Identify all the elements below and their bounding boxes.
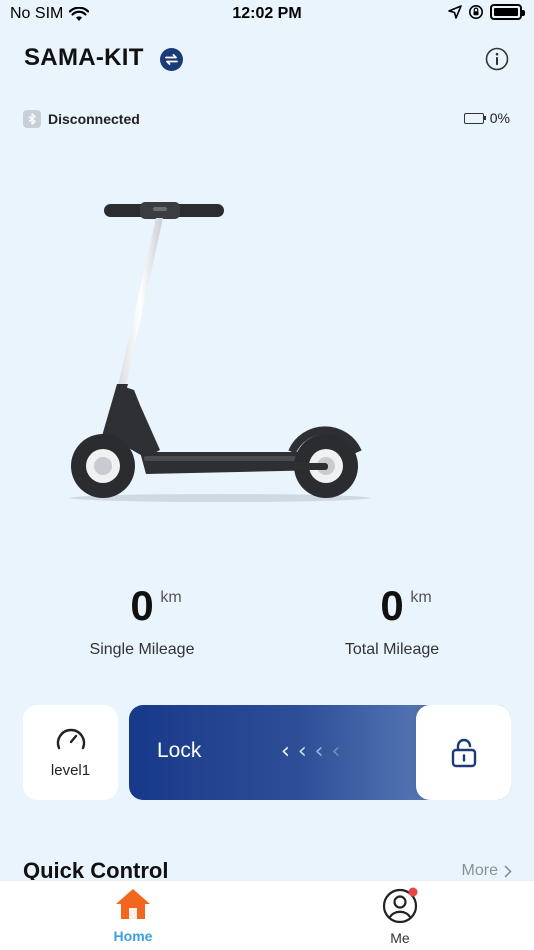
- single-mileage-value: 0: [130, 582, 154, 629]
- chevron-left-icon: ‹: [297, 739, 307, 764]
- speed-level-label: level1: [50, 762, 91, 779]
- connection-status: Disconnected: [23, 110, 140, 128]
- chevron-left-icon: ‹: [314, 739, 324, 764]
- tab-me-label: Me: [390, 930, 410, 946]
- profile-icon: [382, 887, 418, 924]
- lock-slider[interactable]: Lock ‹ ‹ ‹ ‹: [129, 705, 511, 800]
- info-icon: [485, 47, 509, 71]
- unlock-icon: [451, 738, 476, 767]
- unlock-knob[interactable]: [416, 705, 511, 800]
- more-label: More: [461, 862, 498, 879]
- chevron-left-icon: ‹: [331, 739, 341, 764]
- switch-device-button[interactable]: [160, 48, 183, 71]
- chevron-right-icon: [504, 865, 512, 877]
- status-bar: No SIM 12:02 PM: [0, 0, 534, 30]
- battery-icon: [463, 112, 487, 124]
- single-mileage-label: Single Mileage: [89, 641, 195, 658]
- speed-level-button[interactable]: level1: [23, 705, 118, 800]
- tab-me[interactable]: Me: [340, 887, 460, 946]
- swap-icon: [165, 54, 178, 65]
- home-screen: No SIM 12:02 PM SAMA-KIT Disconnected 0%…: [0, 0, 534, 950]
- slide-chevrons: ‹ ‹ ‹ ‹: [281, 741, 340, 763]
- scooter-image: [70, 202, 370, 502]
- more-link[interactable]: More: [462, 862, 512, 880]
- lock-label: Lock: [157, 739, 202, 762]
- speedometer-icon: [56, 728, 85, 750]
- orientation-lock-icon: [469, 5, 483, 19]
- battery-percent: 0%: [489, 110, 510, 126]
- tab-home[interactable]: Home: [73, 887, 193, 944]
- device-battery-icon: [490, 4, 525, 20]
- total-mileage-label: Total Mileage: [344, 641, 440, 658]
- status-icons: [448, 4, 525, 20]
- bluetooth-icon: [23, 110, 41, 128]
- single-mileage: 0 km Single Mileage: [42, 585, 242, 659]
- location-arrow-icon: [448, 5, 462, 19]
- single-mileage-unit: km: [160, 589, 182, 606]
- total-mileage-unit: km: [410, 589, 432, 606]
- connection-text: Disconnected: [48, 111, 140, 127]
- total-mileage: 0 km Total Mileage: [292, 585, 492, 659]
- home-icon: [116, 889, 150, 919]
- info-button[interactable]: [485, 47, 509, 71]
- tab-bar: Home Me: [0, 880, 534, 950]
- chevron-left-icon: ‹: [281, 739, 290, 764]
- tab-home-label: Home: [113, 928, 153, 944]
- device-name-title: SAMA-KIT: [24, 44, 144, 71]
- total-mileage-value: 0: [380, 582, 404, 629]
- notification-dot: [408, 887, 418, 897]
- scooter-battery: 0%: [463, 110, 510, 126]
